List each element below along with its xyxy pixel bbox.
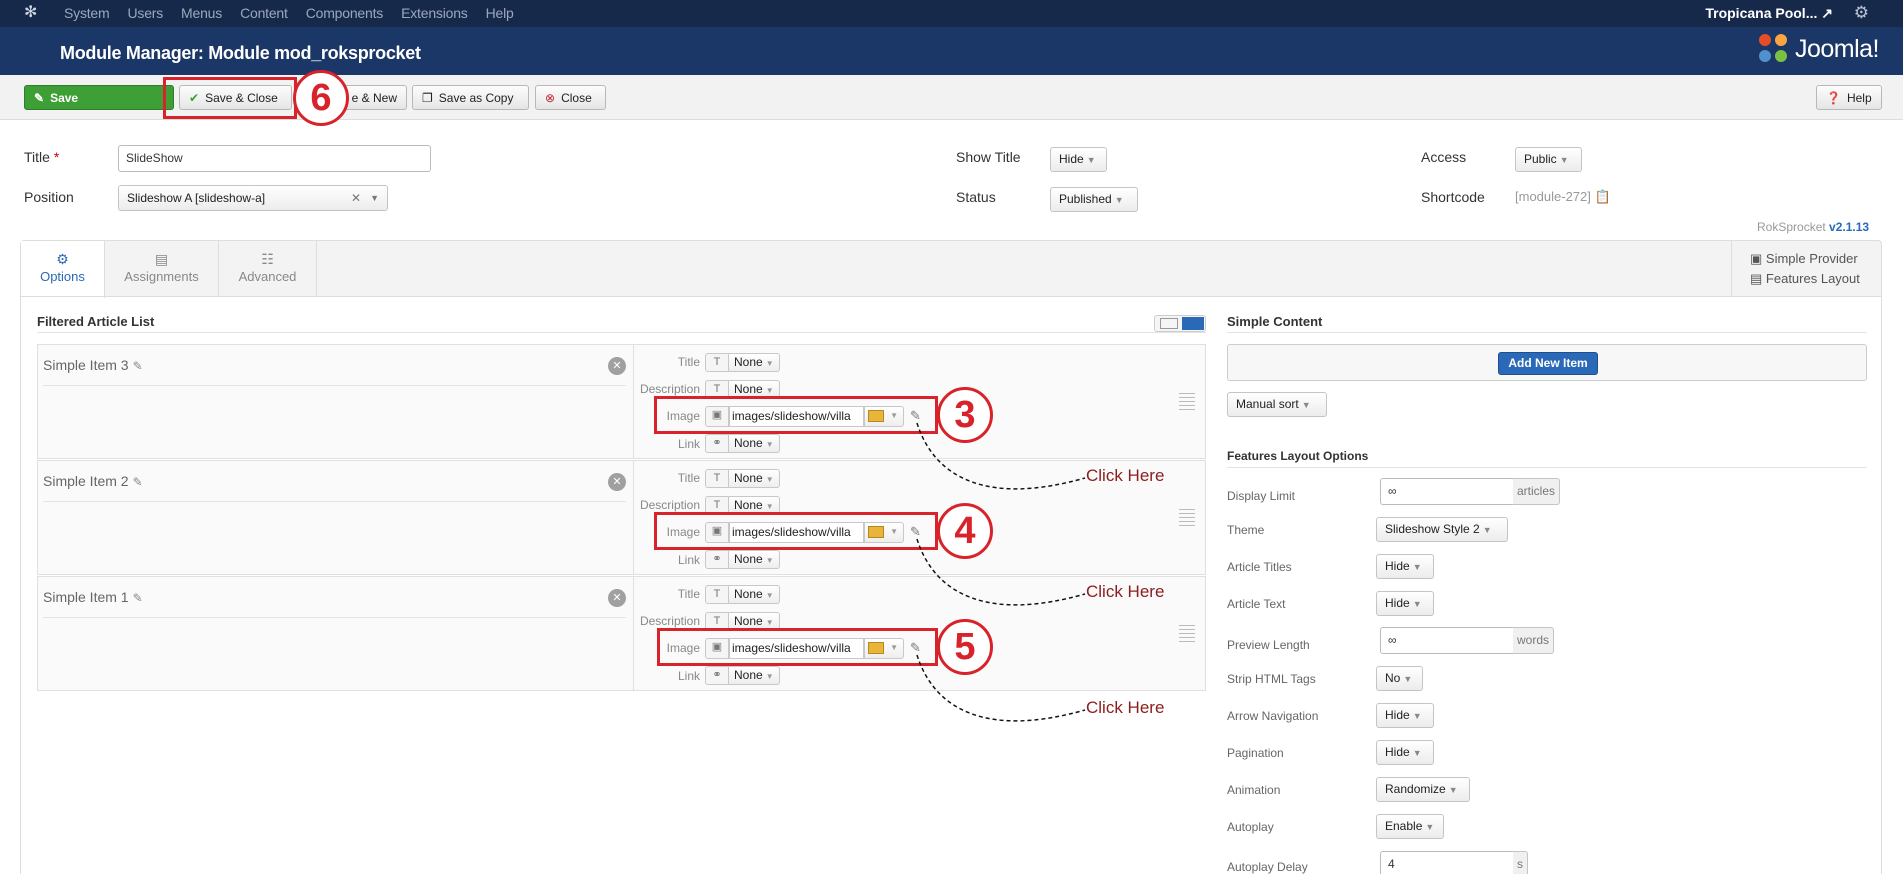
theme-value: Slideshow Style 2	[1385, 522, 1480, 536]
display-limit-input[interactable]: ∞	[1380, 478, 1514, 505]
dashed-arrow-5	[916, 654, 1086, 722]
caret-icon: ▼	[1448, 785, 1458, 795]
preview-length-unit: words	[1513, 627, 1555, 654]
arrow-navigation-value: Hide	[1385, 708, 1410, 722]
preview-length-label: Preview Length	[1227, 638, 1310, 652]
caret-icon: ▼	[1301, 400, 1311, 410]
article-text-select[interactable]: Hide ▼	[1376, 591, 1434, 616]
add-item-bar: Add New Item	[1227, 344, 1867, 381]
article-text-label: Article Text	[1227, 597, 1286, 611]
pagination-value: Hide	[1385, 745, 1410, 759]
animation-select[interactable]: Randomize ▼	[1376, 777, 1470, 802]
caret-icon: ▼	[1412, 711, 1422, 721]
caret-icon: ▼	[1482, 525, 1492, 535]
caret-icon: ▼	[1412, 748, 1422, 758]
autoplay-delay-input[interactable]: 4	[1380, 851, 1514, 874]
article-titles-value: Hide	[1385, 559, 1410, 573]
strip-html-value: No	[1385, 671, 1401, 685]
dashed-arrow-3	[916, 422, 1086, 490]
animation-value: Randomize	[1385, 782, 1446, 796]
caret-icon: ▼	[1403, 674, 1413, 684]
click-here-note: Click Here	[1086, 466, 1165, 485]
arrow-navigation-select[interactable]: Hide ▼	[1376, 703, 1434, 728]
autoplay-value: Enable	[1385, 819, 1423, 833]
pagination-select[interactable]: Hide ▼	[1376, 740, 1434, 765]
autoplay-select[interactable]: Enable ▼	[1376, 814, 1444, 839]
simple-content-heading: Simple Content	[1227, 314, 1323, 329]
display-limit-label: Display Limit	[1227, 489, 1296, 503]
arrow-navigation-label: Arrow Navigation	[1227, 709, 1319, 723]
theme-select[interactable]: Slideshow Style 2 ▼	[1376, 517, 1508, 542]
add-new-item-button[interactable]: Add New Item	[1498, 352, 1598, 375]
article-titles-select[interactable]: Hide ▼	[1376, 554, 1434, 579]
sort-select[interactable]: Manual sort ▼	[1227, 392, 1327, 417]
animation-label: Animation	[1227, 783, 1281, 797]
dashed-arrow-4	[916, 538, 1086, 606]
theme-label: Theme	[1227, 523, 1265, 537]
autoplay-delay-unit: s	[1513, 851, 1528, 874]
article-titles-label: Article Titles	[1227, 560, 1292, 574]
click-here-note: Click Here	[1086, 698, 1165, 717]
preview-length-input[interactable]: ∞	[1380, 627, 1514, 654]
features-layout-heading: Features Layout Options	[1227, 449, 1369, 463]
autoplay-delay-label: Autoplay Delay	[1227, 860, 1308, 874]
click-here-note: Click Here	[1086, 582, 1165, 601]
strip-html-select[interactable]: No ▼	[1376, 666, 1423, 691]
pagination-label: Pagination	[1227, 746, 1284, 760]
dashed-arrows	[916, 422, 1086, 722]
caret-icon: ▼	[1412, 562, 1422, 572]
display-limit-unit: articles	[1513, 478, 1561, 505]
section-divider	[1227, 332, 1867, 333]
caret-icon: ▼	[1425, 822, 1435, 832]
article-text-value: Hide	[1385, 596, 1410, 610]
caret-icon: ▼	[1412, 599, 1422, 609]
sort-value: Manual sort	[1236, 397, 1299, 411]
strip-html-label: Strip HTML Tags	[1227, 672, 1316, 686]
section-divider	[1227, 467, 1867, 468]
autoplay-label: Autoplay	[1227, 820, 1274, 834]
